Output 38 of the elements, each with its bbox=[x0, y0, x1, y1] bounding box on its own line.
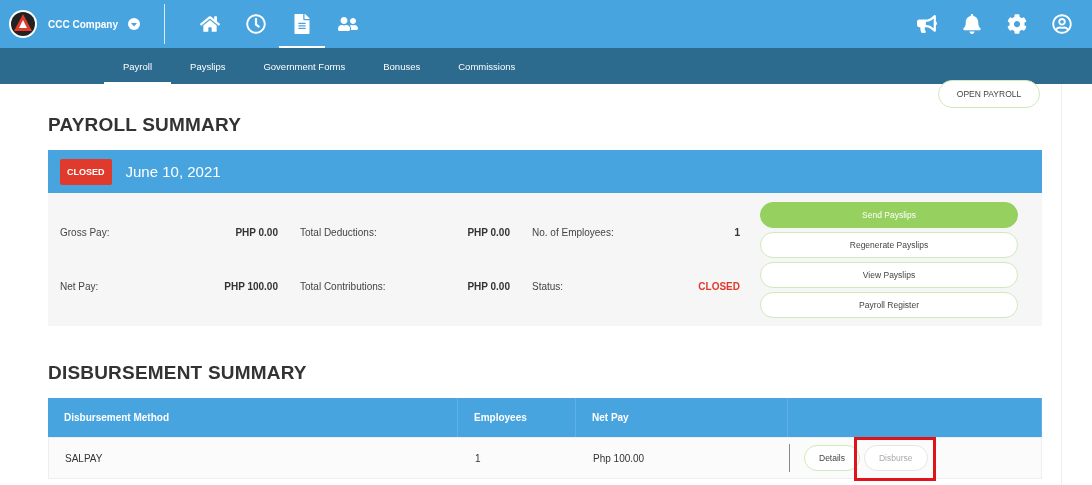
details-button[interactable]: Details bbox=[804, 445, 860, 471]
section-title: PAYROLL SUMMARY bbox=[48, 114, 243, 136]
company-logo[interactable] bbox=[8, 9, 38, 39]
open-payroll-button[interactable]: OPEN PAYROLL bbox=[938, 80, 1040, 108]
column-header: Net Pay bbox=[592, 412, 629, 423]
table-cell: SALPAY bbox=[65, 452, 103, 464]
column-header: Employees bbox=[474, 412, 527, 423]
field-value: PHP 0.00 bbox=[466, 227, 510, 238]
nav-tab[interactable]: Bonuses bbox=[364, 48, 440, 84]
field-label: Net Pay: bbox=[60, 281, 100, 292]
section-title: DISBURSEMENT SUMMARY bbox=[48, 362, 308, 384]
status-badge: CLOSED bbox=[60, 158, 112, 185]
nav-tab[interactable]: Commissions bbox=[439, 48, 535, 84]
action-button[interactable]: Regenerate Payslips bbox=[760, 231, 1018, 258]
field-label: Total Contributions: bbox=[299, 281, 387, 292]
field-label: Total Deductions: bbox=[299, 227, 378, 238]
field-label: Status: bbox=[531, 281, 565, 292]
settings-icon[interactable] bbox=[1007, 14, 1027, 34]
table-cell: Php 100.00 bbox=[593, 452, 645, 464]
action-button[interactable]: Payroll Register bbox=[760, 291, 1018, 318]
status-value: CLOSED bbox=[697, 281, 740, 292]
field-value: PHP 0.00 bbox=[234, 227, 278, 238]
field-value: 1 bbox=[733, 227, 740, 238]
field-value: PHP 100.00 bbox=[223, 281, 278, 292]
field-label: No. of Employees: bbox=[531, 227, 615, 238]
nav-tab[interactable]: Government Forms bbox=[244, 48, 365, 84]
dropdown-icon[interactable] bbox=[128, 18, 140, 30]
field-value: PHP 0.00 bbox=[466, 281, 510, 292]
nav-tab[interactable]: Payroll bbox=[104, 48, 172, 84]
table-cell: 1 bbox=[475, 452, 481, 464]
payroll-date: June 10, 2021 bbox=[125, 163, 221, 180]
field-label: Gross Pay: bbox=[60, 227, 111, 238]
account-icon[interactable] bbox=[1052, 14, 1072, 34]
notifications-icon[interactable] bbox=[962, 14, 982, 34]
column-header: Disbursement Method bbox=[64, 412, 169, 423]
nav-tab[interactable]: Payslips bbox=[171, 48, 245, 84]
megaphone-icon[interactable] bbox=[917, 14, 937, 34]
action-button[interactable]: View Payslips bbox=[760, 261, 1018, 288]
